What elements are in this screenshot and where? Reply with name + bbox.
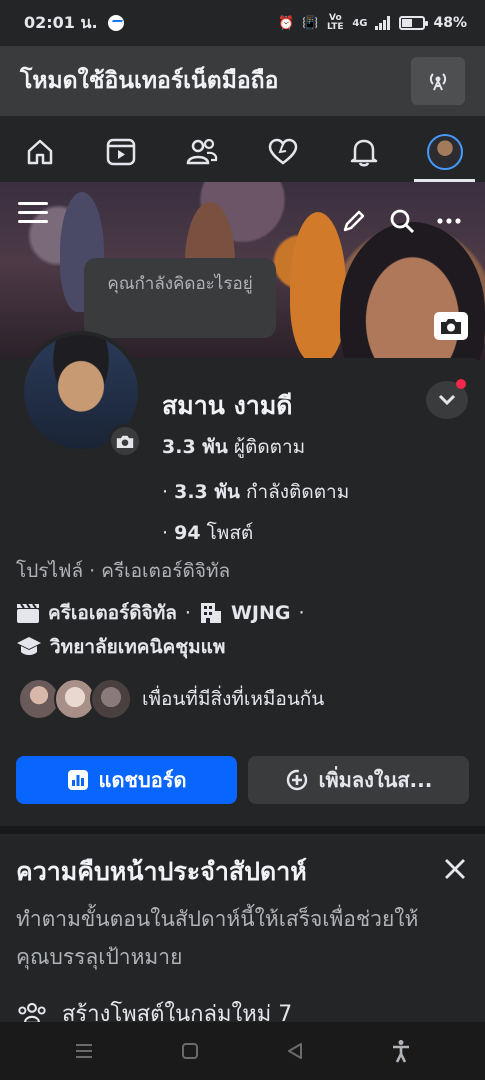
status-icons: ⏰ 📳 Vo LTE 4G 48% (278, 14, 467, 32)
following-count: 3.3 พัน (174, 481, 240, 503)
section-divider (0, 826, 485, 834)
profile-dropdown-button[interactable] (426, 379, 468, 419)
building-icon (200, 603, 221, 623)
signal-icon (375, 16, 391, 30)
battery-percent: 48% (433, 15, 467, 31)
cover-camera-button[interactable] (434, 312, 468, 340)
camera-icon (441, 319, 461, 334)
video-icon (106, 138, 136, 166)
following-label: กำลังติดตาม (245, 481, 350, 503)
broadcast-icon (429, 73, 447, 91)
vibrate-icon: 📳 (302, 15, 319, 31)
tab-friends[interactable] (162, 122, 243, 182)
bell-icon (350, 139, 377, 167)
graduation-cap-icon (17, 637, 41, 655)
cover-menu-button[interactable] (18, 196, 48, 229)
more-options-icon[interactable] (437, 217, 461, 225)
data-mode-button[interactable] (411, 57, 465, 105)
accessibility-icon[interactable] (391, 1039, 411, 1063)
home-button-icon[interactable] (181, 1042, 199, 1060)
profile-name: สมาน งามดี (162, 391, 293, 420)
tab-home[interactable] (0, 122, 81, 182)
network-4g-icon: 4G (352, 17, 368, 29)
alarm-icon: ⏰ (277, 15, 295, 31)
profile-camera-button[interactable] (108, 424, 142, 458)
dashboard-label: แดชบอร์ด (98, 768, 187, 792)
posts-count: 94 (174, 522, 201, 544)
volte-icon: Vo LTE (327, 13, 344, 32)
mutual-friend-avatar (90, 678, 132, 720)
category-text: ครีเอเตอร์ดิจิทัล (48, 602, 177, 624)
home-icon (28, 139, 53, 165)
tab-video[interactable] (81, 122, 162, 182)
profile-subtitle: โปรไฟล์ · ครีเอเตอร์ดิจิทัล (16, 560, 231, 582)
workplace-text[interactable]: WJNG (231, 602, 291, 624)
followers-label: ผู้ติดตาม (233, 436, 306, 458)
chevron-down-icon (438, 394, 456, 406)
bar-chart-icon (67, 770, 88, 790)
tab-profile[interactable] (404, 122, 485, 182)
edit-pencil-icon[interactable] (341, 208, 367, 234)
weekly-progress-title: ความคืบหน้าประจำสัปดาห์ (16, 857, 307, 886)
camera-icon (116, 435, 134, 448)
battery-icon (399, 16, 429, 30)
posts-label: โพสต์ (206, 522, 254, 544)
dashboard-button[interactable]: แดชบอร์ด (16, 756, 237, 804)
tab-dating[interactable] (242, 122, 323, 182)
mutual-friends-text: เพื่อนที่มีสิ่งที่เหมือนกัน (142, 688, 325, 710)
add-to-story-button[interactable]: เพิ่มลงในส... (248, 756, 469, 804)
data-mode-title: โหมดใช้อินเทอร์เน็ตมือถือ (20, 68, 279, 94)
profile-details-line: ครีเอเตอร์ดิจิทัล · WJNG · (16, 598, 305, 628)
friends-icon (186, 138, 218, 165)
following-stat[interactable]: · 3.3 พัน กำลังติดตาม (162, 477, 349, 507)
battery-fill (402, 19, 413, 27)
data-mode-bar: โหมดใช้อินเทอร์เน็ตมือถือ (0, 46, 485, 116)
cover-figure (290, 212, 346, 360)
search-icon[interactable] (389, 208, 415, 234)
composer-prompt-bubble[interactable]: คุณกำลังคิดอะไรอยู่ (84, 258, 276, 338)
followers-count: 3.3 พัน (162, 436, 228, 458)
education-line: วิทยาลัยเทคนิคชุมแพ (16, 632, 225, 662)
dating-heart-icon (268, 138, 298, 165)
separator-dot: · (298, 602, 305, 624)
weekly-progress-description: ทำตามขั้นตอนในสัปดาห์นี้ให้เสร็จเพื่อช่ว… (16, 907, 419, 969)
cover-actions (341, 208, 461, 234)
status-bar: 02:01 น. ⏰ 📳 Vo LTE 4G 48% (0, 0, 485, 46)
messenger-notification-icon (107, 15, 124, 31)
separator-dot: · (184, 602, 191, 624)
add-circle-icon (286, 769, 307, 791)
close-weekly-button[interactable] (440, 854, 470, 884)
add-to-story-label: เพิ่มลงในส... (318, 768, 433, 792)
back-icon[interactable] (286, 1042, 304, 1060)
clapperboard-icon (17, 603, 39, 623)
education-text[interactable]: วิทยาลัยเทคนิคชุมแพ (50, 632, 225, 662)
main-nav-tabs (0, 122, 485, 182)
profile-avatar (426, 134, 463, 170)
followers-stat[interactable]: 3.3 พัน ผู้ติดตาม (162, 432, 305, 462)
mutual-friends-row[interactable]: เพื่อนที่มีสิ่งที่เหมือนกัน (18, 678, 324, 720)
recent-apps-icon[interactable] (74, 1042, 94, 1060)
posts-stat[interactable]: · 94 โพสต์ (162, 518, 253, 548)
system-nav-bar (0, 1022, 485, 1080)
close-icon (445, 859, 465, 879)
notification-dot (456, 379, 466, 389)
tab-notifications[interactable] (323, 122, 404, 182)
clock: 02:01 น. (24, 12, 98, 32)
